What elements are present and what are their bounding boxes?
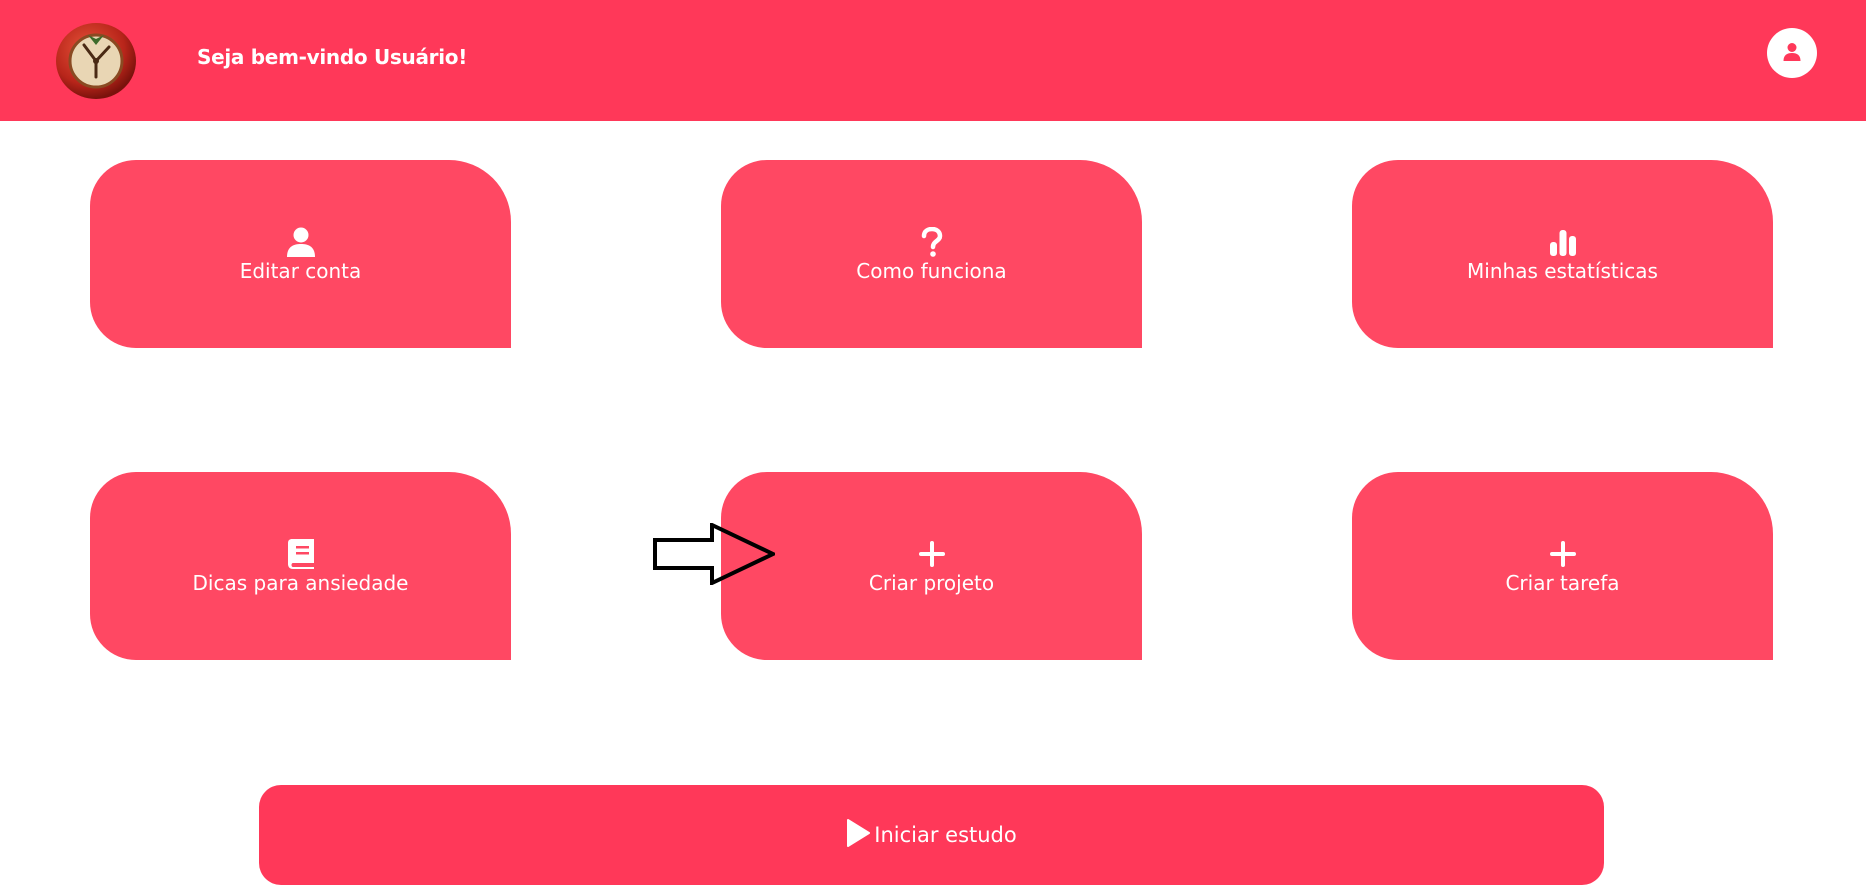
start-study-label: Iniciar estudo: [874, 823, 1017, 847]
question-mark-icon: [915, 225, 949, 259]
profile-button[interactable]: [1767, 28, 1817, 78]
user-icon: [284, 225, 318, 259]
start-study-button[interactable]: Iniciar estudo: [259, 785, 1604, 885]
welcome-message: Seja bem-vindo Usuário!: [197, 45, 468, 69]
card-label: Como funciona: [856, 258, 1007, 283]
create-project-card[interactable]: Criar projeto: [721, 472, 1142, 660]
create-task-card[interactable]: Criar tarefa: [1352, 472, 1773, 660]
book-icon: [284, 537, 318, 571]
card-label: Criar projeto: [868, 570, 995, 595]
card-label: Criar tarefa: [1505, 570, 1620, 595]
card-label: Dicas para ansiedade: [192, 570, 409, 595]
top-header: Seja bem-vindo Usuário!: [0, 0, 1866, 121]
anxiety-tips-card[interactable]: Dicas para ansiedade: [90, 472, 511, 660]
plus-icon: [1546, 537, 1580, 571]
card-label: Editar conta: [239, 258, 362, 283]
plus-icon: [915, 537, 949, 571]
card-label: Minhas estatísticas: [1467, 258, 1658, 283]
user-icon: [1783, 42, 1801, 65]
my-statistics-card[interactable]: Minhas estatísticas: [1352, 160, 1773, 348]
play-icon: [846, 819, 871, 851]
right-arrow-icon: [653, 521, 778, 587]
edit-account-card[interactable]: Editar conta: [90, 160, 511, 348]
how-it-works-card[interactable]: Como funciona: [721, 160, 1142, 348]
bar-chart-icon: [1546, 225, 1580, 259]
pomodoro-clock-logo-icon: [54, 17, 138, 101]
